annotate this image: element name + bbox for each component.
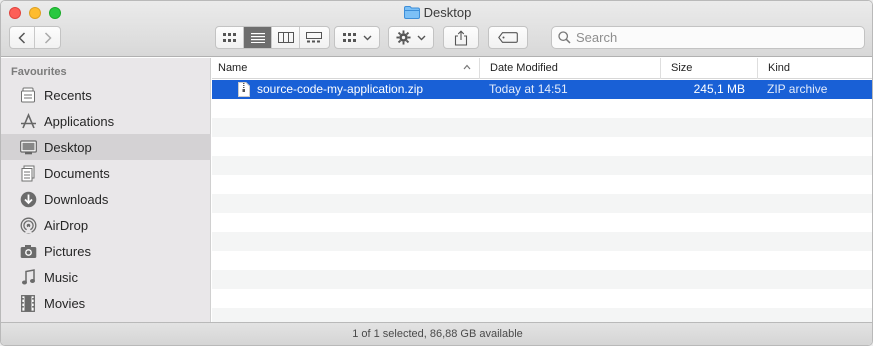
sidebar-item-label: Desktop xyxy=(44,139,92,155)
column-header-name[interactable]: Name xyxy=(212,58,480,79)
icon-view-button[interactable] xyxy=(216,27,244,48)
view-mode-segmented-control xyxy=(215,26,330,49)
airdrop-icon xyxy=(19,216,37,234)
music-icon xyxy=(19,268,37,286)
sidebar-item-movies[interactable]: Movies xyxy=(1,290,211,316)
sidebar: Favourites Recents Applications Desktop … xyxy=(1,58,211,322)
sidebar-item-documents[interactable]: Documents xyxy=(1,160,211,186)
share-button[interactable] xyxy=(443,26,479,49)
sidebar-heading-favourites: Favourites xyxy=(11,66,67,78)
column-view-button[interactable] xyxy=(272,27,300,48)
sidebar-item-label: Documents xyxy=(44,165,110,181)
column-view-icon xyxy=(277,32,294,43)
window-title-text: Desktop xyxy=(423,5,472,20)
action-menu-button[interactable] xyxy=(388,26,434,49)
sidebar-item-label: Recents xyxy=(44,87,92,103)
sidebar-item-pictures[interactable]: Pictures xyxy=(1,238,211,264)
list-view-icon xyxy=(250,32,265,43)
status-bar: 1 of 1 selected, 86,88 GB available xyxy=(1,322,872,345)
sidebar-item-label: Music xyxy=(44,269,78,285)
sidebar-item-label: Pictures xyxy=(44,243,91,259)
empty-row xyxy=(212,99,872,118)
gear-icon xyxy=(396,30,411,45)
sidebar-item-music[interactable]: Music xyxy=(1,264,211,290)
empty-row xyxy=(212,270,872,289)
column-header-row: Name Date Modified Size Kind xyxy=(212,58,872,79)
back-button[interactable] xyxy=(10,27,35,48)
status-text: 1 of 1 selected, 86,88 GB available xyxy=(352,328,523,340)
icon-view-icon xyxy=(222,32,236,42)
finder-window: Desktop Search Favourites Recents Applic… xyxy=(0,0,873,346)
title-bar: Desktop xyxy=(1,1,872,57)
window-title: Desktop xyxy=(1,5,872,21)
chevron-right-icon xyxy=(44,31,52,44)
empty-row xyxy=(212,118,872,137)
file-date-modified: Today at 14:51 xyxy=(489,82,568,96)
group-icon xyxy=(342,32,356,42)
file-name: source-code-my-application.zip xyxy=(257,82,424,96)
applications-icon xyxy=(19,112,37,130)
table-row[interactable]: source-code-my-application.zip Today at … xyxy=(212,80,872,99)
empty-row xyxy=(212,232,872,251)
sidebar-item-desktop[interactable]: Desktop xyxy=(1,134,211,160)
sort-ascending-icon xyxy=(463,64,471,70)
tags-button[interactable] xyxy=(488,26,528,49)
chevron-down-icon xyxy=(363,35,371,40)
group-by-menu-button[interactable] xyxy=(334,26,380,49)
tag-icon xyxy=(498,32,518,43)
sidebar-item-label: Applications xyxy=(44,113,115,129)
file-list: Name Date Modified Size Kind source-code… xyxy=(212,58,872,327)
column-header-size[interactable]: Size xyxy=(661,58,758,79)
empty-row xyxy=(212,289,872,308)
forward-button[interactable] xyxy=(35,27,60,48)
file-kind: ZIP archive xyxy=(767,82,828,96)
pictures-icon xyxy=(19,242,37,260)
share-icon xyxy=(454,29,468,46)
sidebar-item-airdrop[interactable]: AirDrop xyxy=(1,212,211,238)
sidebar-item-downloads[interactable]: Downloads xyxy=(1,186,211,212)
sidebar-item-label: AirDrop xyxy=(44,217,89,233)
chevron-down-icon xyxy=(417,35,426,40)
file-size: 245,1 MB xyxy=(693,82,745,96)
column-header-kind[interactable]: Kind xyxy=(758,58,872,79)
empty-row xyxy=(212,137,872,156)
recents-icon xyxy=(19,86,37,104)
column-header-date-modified[interactable]: Date Modified xyxy=(480,58,661,79)
sidebar-item-applications[interactable]: Applications xyxy=(1,108,211,134)
nav-buttons xyxy=(9,26,61,49)
empty-row xyxy=(212,251,872,270)
gallery-view-icon xyxy=(306,32,322,43)
empty-row xyxy=(212,175,872,194)
sidebar-item-recents[interactable]: Recents xyxy=(1,82,211,108)
downloads-icon xyxy=(19,190,37,208)
empty-row xyxy=(212,156,872,175)
search-icon xyxy=(558,31,571,44)
gallery-view-button[interactable] xyxy=(300,27,328,48)
desktop-icon xyxy=(19,138,37,156)
folder-icon xyxy=(403,6,420,19)
empty-row xyxy=(212,213,872,232)
chevron-left-icon xyxy=(18,31,26,44)
empty-row xyxy=(212,194,872,213)
search-input[interactable] xyxy=(576,30,856,45)
documents-icon xyxy=(19,164,37,182)
movies-icon xyxy=(19,294,37,312)
list-view-button[interactable] xyxy=(244,27,272,48)
sidebar-item-label: Movies xyxy=(44,295,86,311)
search-field[interactable] xyxy=(551,26,865,49)
sidebar-item-label: Downloads xyxy=(44,191,109,207)
